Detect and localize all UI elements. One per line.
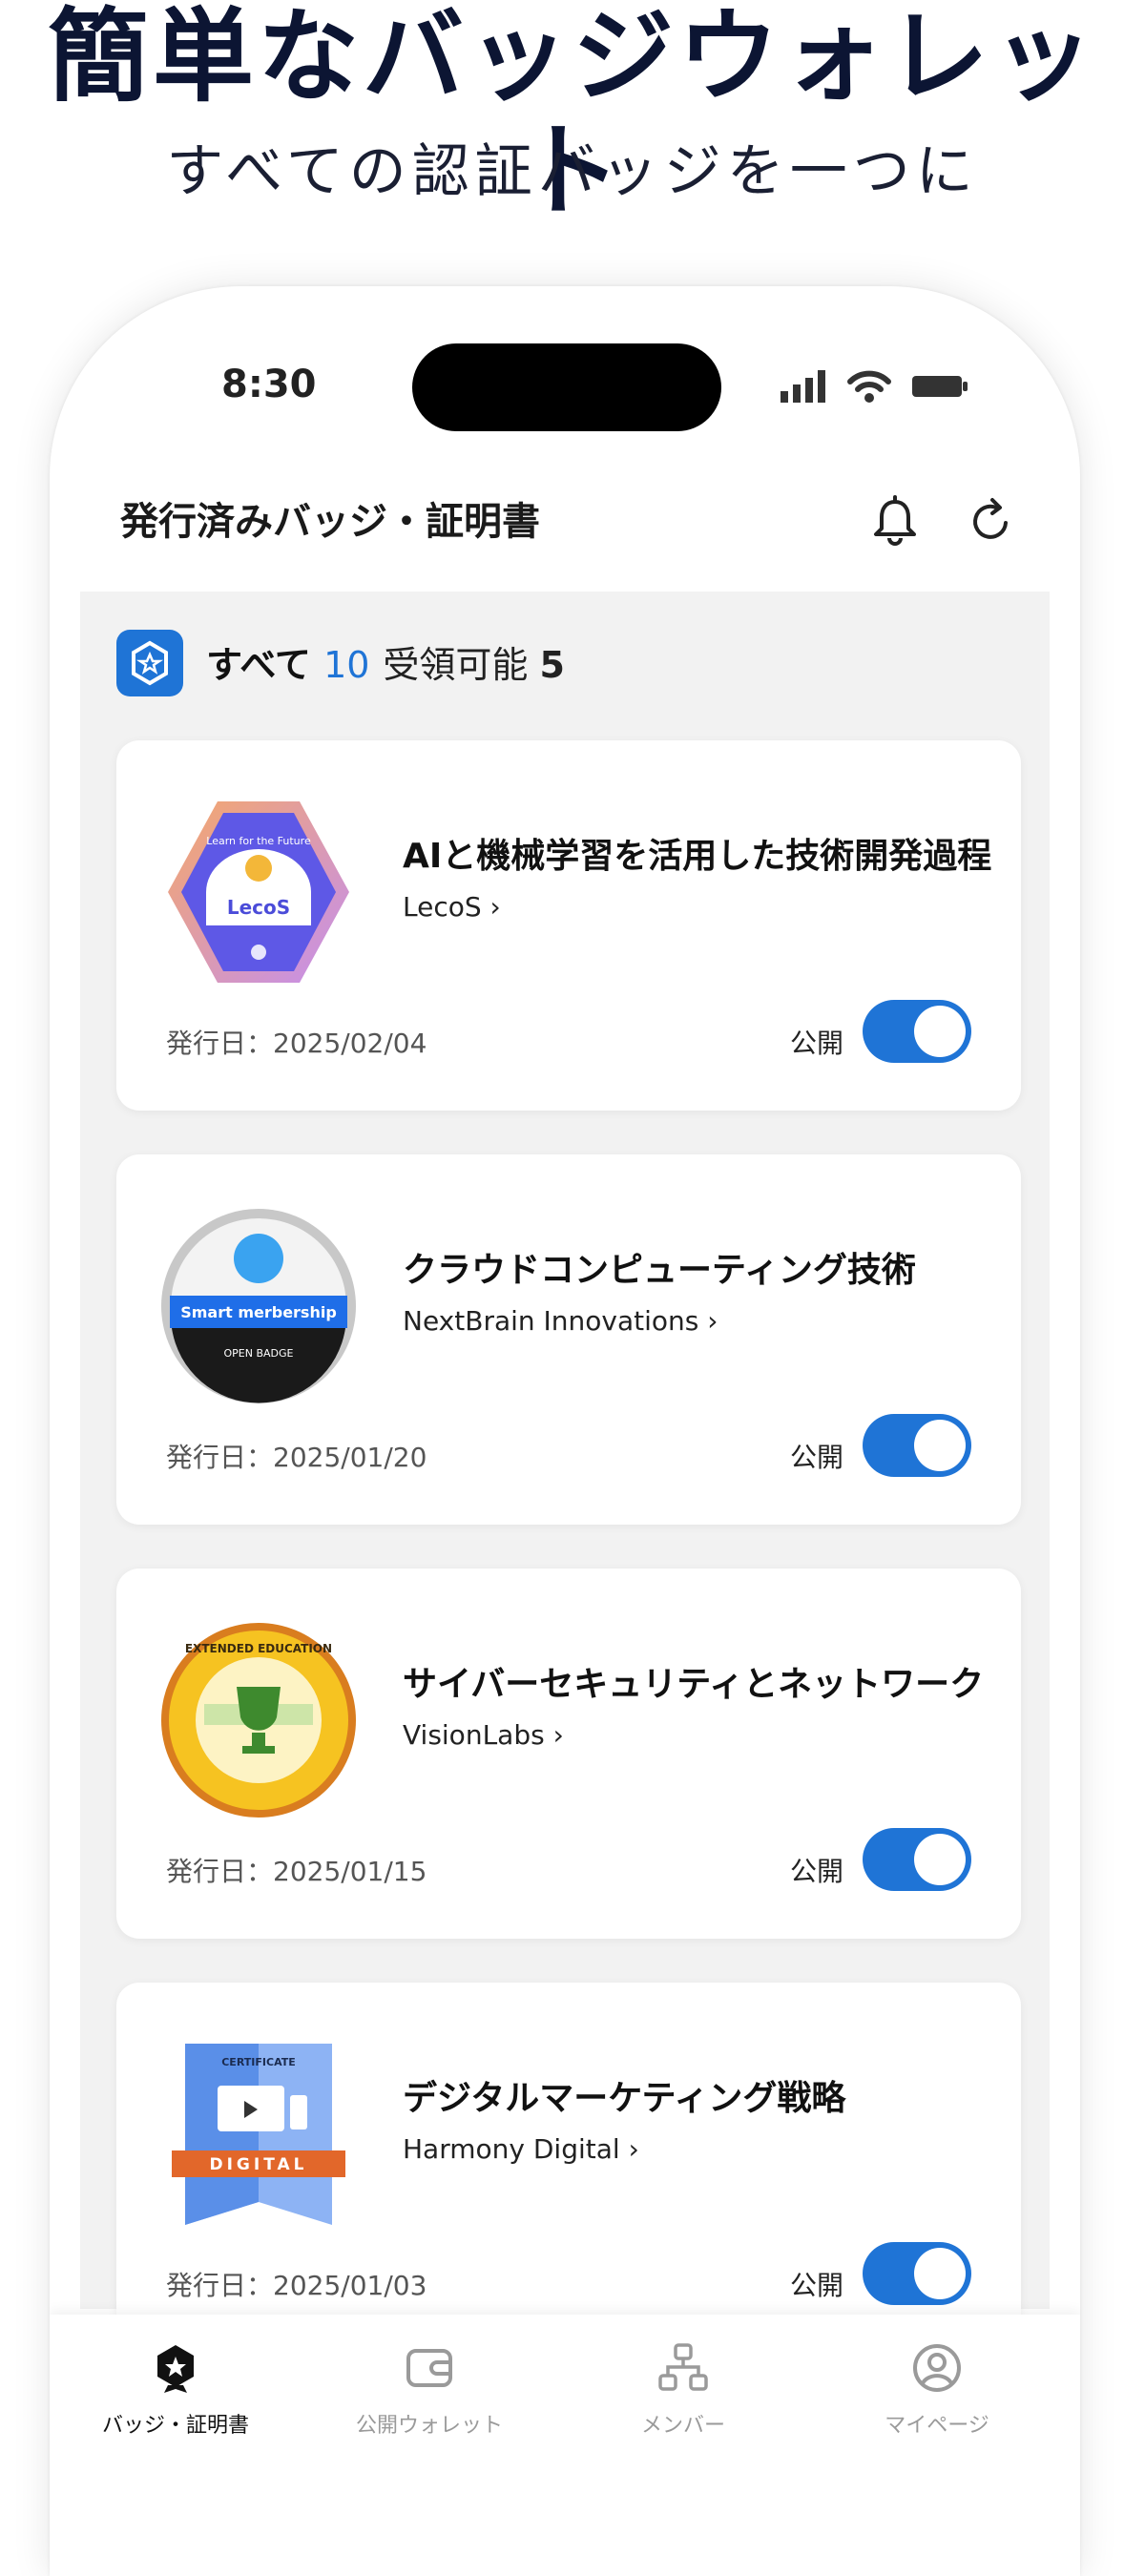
page-title: 発行済みバッジ・証明書 xyxy=(120,500,540,544)
summary-counts: すべて 10 受領可能 5 xyxy=(206,635,565,688)
issue-date: 発行日：2025/01/03 xyxy=(166,2270,427,2301)
status-icons xyxy=(781,370,968,403)
tab-members[interactable]: メンバー xyxy=(578,2341,788,2439)
public-toggle[interactable] xyxy=(863,1828,971,1891)
badge-top-text: CERTIFICATE xyxy=(221,2056,296,2068)
issuer-name: Harmony Digital xyxy=(403,2133,620,2165)
toggle-knob xyxy=(914,1420,966,1471)
tab-my-page[interactable]: マイページ xyxy=(832,2341,1042,2439)
tab-label: メンバー xyxy=(640,2414,725,2438)
extended-education-badge-image: EXTENDED EDUCATION xyxy=(161,1623,356,1818)
badge-title: AIと機械学習を活用した技術開発過程 xyxy=(403,837,992,876)
refresh-icon[interactable] xyxy=(964,494,1017,548)
tab-label: マイページ xyxy=(885,2414,989,2438)
chevron-right-icon: › xyxy=(552,1719,564,1751)
issuer-name: NextBrain Innovations xyxy=(403,1305,699,1337)
toggle-knob xyxy=(914,1006,966,1057)
badge-summary: すべて 10 受領可能 5 xyxy=(80,592,1050,735)
tab-badges[interactable]: バッジ・証明書 xyxy=(71,2341,281,2439)
phone-frame: 8:30 発行済みバッジ・証明書 すべて 10 受領可能 5 LecoS Lea… xyxy=(50,286,1080,2576)
issuer-link[interactable]: VisionLabs › xyxy=(403,1719,564,1751)
issuer-name: VisionLabs xyxy=(403,1719,545,1751)
smart-membership-badge-image: Smart merbership OPEN BADGE xyxy=(161,1209,356,1403)
issuer-link[interactable]: NextBrain Innovations › xyxy=(403,1305,718,1337)
public-toggle[interactable] xyxy=(863,1000,971,1063)
issuer-name: LecoS xyxy=(403,891,482,923)
award-icon xyxy=(116,630,183,696)
issue-date: 発行日：2025/01/15 xyxy=(166,1856,427,1887)
badge-arc-text: Learn for the Future xyxy=(206,835,311,847)
badge-ribbon-text: DIGITAL xyxy=(210,2155,308,2174)
bottom-tab-bar: バッジ・証明書 公開ウォレット メンバー マイページ xyxy=(50,2315,1080,2576)
public-label: 公開 xyxy=(790,1856,844,1887)
filter-receivable[interactable]: 受領可能 5 xyxy=(383,635,565,688)
battery-icon xyxy=(912,376,968,397)
digital-certificate-badge-image: CERTIFICATE DIGITAL xyxy=(172,2044,345,2225)
public-label: 公開 xyxy=(790,1028,844,1059)
toggle-knob xyxy=(914,2248,966,2299)
issue-date: 発行日：2025/01/20 xyxy=(166,1442,427,1473)
badge-card[interactable]: CERTIFICATE DIGITAL デジタルマーケティング戦略 Harmon… xyxy=(116,1983,1021,2353)
tab-label: 公開ウォレット xyxy=(355,2414,503,2438)
badge-title: デジタルマーケティング戦略 xyxy=(403,2079,846,2118)
tab-public-wallet[interactable]: 公開ウォレット xyxy=(324,2341,534,2439)
issuer-link[interactable]: Harmony Digital › xyxy=(403,2133,639,2165)
badge-title: クラウドコンピューティング技術 xyxy=(403,1251,916,1290)
toggle-knob xyxy=(914,1834,966,1885)
lecos-badge-image: LecoS Learn for the Future xyxy=(168,801,349,983)
network-icon xyxy=(658,2343,708,2391)
badge-name-text: LecoS xyxy=(227,896,290,919)
receivable-count: 5 xyxy=(539,644,565,686)
promo-subtitle: すべての認証バッジを一つに xyxy=(166,138,979,205)
filter-all[interactable]: すべて 10 xyxy=(206,635,369,688)
issue-date: 発行日：2025/02/04 xyxy=(166,1028,427,1059)
badge-arc-text: EXTENDED EDUCATION xyxy=(185,1642,332,1655)
public-toggle[interactable] xyxy=(863,1414,971,1477)
status-time: 8:30 xyxy=(221,363,317,406)
receivable-label: 受領可能 xyxy=(383,644,529,686)
app-header: 発行済みバッジ・証明書 xyxy=(50,458,1080,582)
all-label: すべて xyxy=(206,644,311,686)
wallet-icon xyxy=(406,2349,452,2387)
chevron-right-icon: › xyxy=(628,2133,639,2165)
badge-card[interactable]: Smart merbership OPEN BADGE クラウドコンピューティン… xyxy=(116,1154,1021,1525)
badge-list-area: すべて 10 受領可能 5 LecoS Learn for the Future… xyxy=(80,592,1050,2353)
badge-card[interactable]: LecoS Learn for the Future AIと機械学習を活用した技… xyxy=(116,740,1021,1111)
tab-label: バッジ・証明書 xyxy=(101,2414,249,2438)
public-toggle[interactable] xyxy=(863,2242,971,2305)
chevron-right-icon: › xyxy=(707,1305,718,1337)
badge-icon xyxy=(157,2345,194,2393)
badge-card[interactable]: EXTENDED EDUCATION サイバーセキュリティとネットワーク Vis… xyxy=(116,1568,1021,1939)
public-label: 公開 xyxy=(790,2270,844,2301)
all-count: 10 xyxy=(323,644,370,686)
chevron-right-icon: › xyxy=(489,891,501,923)
badge-name-text: Smart merbership xyxy=(180,1303,337,1321)
wifi-icon xyxy=(847,370,891,403)
bell-icon[interactable] xyxy=(868,494,922,548)
dynamic-island xyxy=(412,343,721,431)
badge-sub-text: OPEN BADGE xyxy=(224,1347,294,1360)
public-label: 公開 xyxy=(790,1442,844,1473)
badge-title: サイバーセキュリティとネットワーク xyxy=(403,1665,985,1704)
issuer-link[interactable]: LecoS › xyxy=(403,891,501,923)
signal-icon xyxy=(781,370,825,403)
user-icon xyxy=(913,2344,961,2392)
